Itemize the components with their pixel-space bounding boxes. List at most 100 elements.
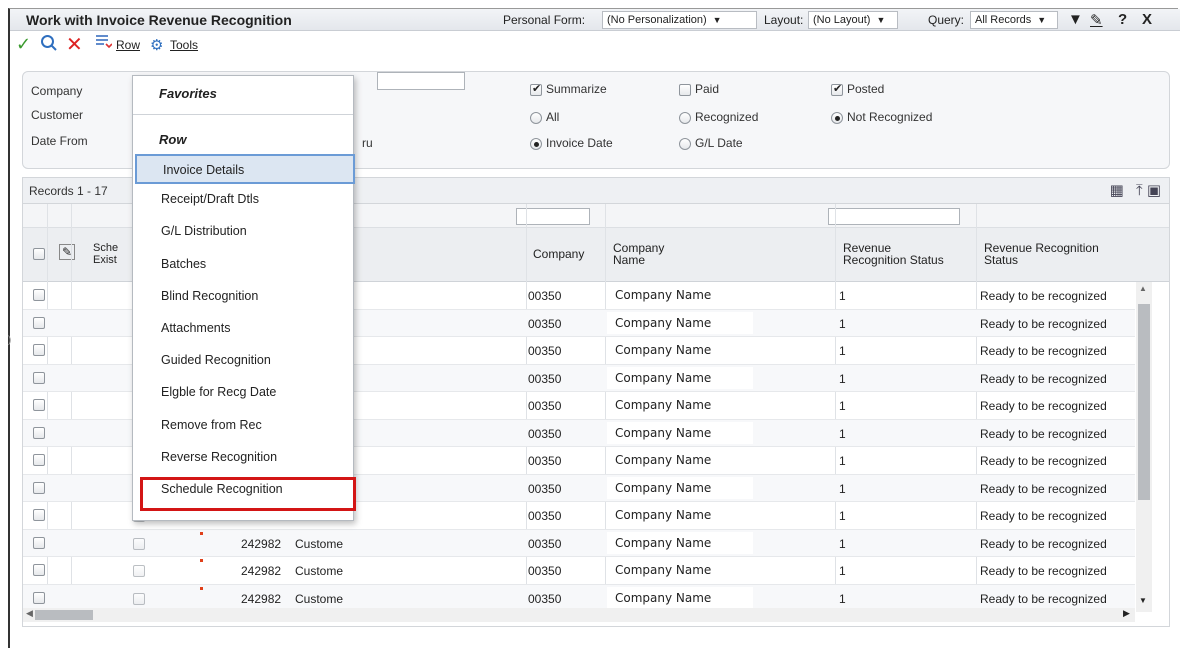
company-cell: 00350 (528, 371, 562, 386)
row-select-checkbox[interactable] (33, 481, 45, 494)
checkbox-box (831, 82, 843, 96)
company-cell: 00350 (528, 316, 562, 331)
scroll-down-icon[interactable]: ▼ (1139, 596, 1147, 605)
menu-item-guided-recognition[interactable]: Guided Recognition (161, 353, 271, 367)
menu-item-remove-from-rec[interactable]: Remove from Rec (161, 418, 262, 432)
row-select-checkbox[interactable] (33, 509, 45, 521)
row-select-checkbox[interactable] (33, 426, 45, 439)
edit-icon[interactable]: ✎ (1090, 11, 1103, 29)
menu-item-g-l-distribution[interactable]: G/L Distribution (161, 224, 247, 238)
row-select-checkbox[interactable] (33, 371, 45, 384)
row-menu-button[interactable]: Row (116, 38, 140, 52)
toolbar: ✓ ✕ Row ⚙ Tools (10, 31, 1180, 59)
horizontal-scroll-thumb[interactable] (35, 610, 93, 620)
menu-item-blind-recognition[interactable]: Blind Recognition (161, 289, 258, 303)
status-cell: Ready to be recognized (980, 344, 1107, 358)
layout-value: (No Layout) (813, 14, 871, 26)
horizontal-scrollbar[interactable]: ◀ ▶ (23, 608, 1135, 622)
menu-item-batches[interactable]: Batches (161, 257, 206, 271)
company-name-cell: Company Name (607, 339, 753, 361)
menu-item-invoice-details[interactable]: Invoice Details (135, 154, 355, 184)
posted-checkbox[interactable]: Posted (831, 82, 884, 96)
radio-all[interactable]: All (530, 110, 559, 124)
paid-checkbox[interactable]: Paid (679, 82, 719, 96)
menu-item-receipt-draft-dtls[interactable]: Receipt/Draft Dtls (161, 192, 259, 206)
export-icon[interactable]: ⤒ (1136, 182, 1143, 199)
table-row[interactable]: 242982 Custome 00350 Company Name 1 Ready to … (23, 557, 1135, 585)
status-code-cell: 1 (839, 426, 846, 441)
scroll-up-icon[interactable]: ▲ (1139, 284, 1147, 293)
help-icon[interactable]: ? (1118, 11, 1127, 28)
status-filter-input[interactable] (828, 208, 960, 225)
filter-icon[interactable]: ▼ (1068, 11, 1083, 28)
status-cell: Ready to be recognized (980, 399, 1107, 413)
personal-form-select[interactable]: (No Personalization) ▼ (602, 11, 757, 29)
row-select-checkbox[interactable] (33, 564, 45, 576)
ok-check-icon[interactable]: ✓ (16, 34, 31, 55)
row-select-checkbox[interactable] (33, 399, 45, 411)
company-name-cell: Company Name (607, 504, 753, 526)
query-value: All Records (975, 14, 1032, 26)
company-name-cell: Company Name (607, 559, 753, 581)
status-cell: Ready to be recognized (980, 316, 1107, 331)
radio-invoice-date[interactable]: Invoice Date (530, 136, 613, 150)
menu-item-attachments[interactable]: Attachments (161, 321, 230, 335)
row-select-checkbox[interactable] (33, 316, 45, 329)
radio-not-recognized[interactable]: Not Recognized (831, 110, 932, 124)
tools-gear-icon[interactable]: ⚙ (150, 36, 163, 54)
row-select-checkbox[interactable] (33, 454, 45, 466)
row-select-checkbox[interactable] (33, 289, 45, 301)
checkbox-box (679, 83, 691, 96)
row-select-checkbox[interactable] (33, 344, 45, 356)
grid-format-icon[interactable]: ▣ (1147, 182, 1161, 199)
company-label: Company (31, 84, 83, 98)
row-menu-icon[interactable] (94, 32, 113, 55)
company-name-cell: Company Name (607, 449, 753, 471)
menu-item-elgble-for-recg-date[interactable]: Elgble for Recg Date (161, 385, 276, 399)
invoice-number-cell: 242982 (241, 591, 282, 606)
scroll-right-icon[interactable]: ▶ (1123, 608, 1130, 619)
personalize-grid-icon[interactable]: ▦ (1110, 182, 1124, 199)
date-from-label: Date From (31, 134, 88, 148)
vertical-scrollbar[interactable]: ▲ ▼ (1136, 282, 1152, 612)
search-icon (41, 35, 57, 51)
col-header-company[interactable]: Company (533, 248, 584, 260)
menu-item-reverse-recognition[interactable]: Reverse Recognition (161, 450, 277, 464)
date-thru-input[interactable] (377, 72, 465, 90)
col-header-rev-rec-status[interactable]: Revenue Recognition Status (984, 242, 1099, 266)
side-expand-handle[interactable]: ) (8, 335, 11, 346)
status-cell: Ready to be recognized (980, 564, 1107, 578)
table-row[interactable]: 242982 Custome 00350 Company Name 1 Ready to … (23, 529, 1135, 557)
status-cell: Ready to be recognized (980, 454, 1107, 468)
schedule-exists-checkbox[interactable] (133, 565, 145, 577)
query-select[interactable]: All Records ▼ (970, 11, 1058, 29)
row-select-checkbox[interactable] (33, 536, 45, 549)
find-icon[interactable] (40, 34, 58, 57)
company-cell: 00350 (528, 509, 562, 523)
col-header-schedule-exists[interactable]: Sche Exist (93, 242, 118, 266)
select-all-checkbox[interactable] (33, 248, 45, 260)
radio-circle (831, 111, 843, 124)
company-name-cell: Company Name (607, 394, 753, 416)
row-select-checkbox[interactable] (33, 591, 45, 604)
schedule-exists-checkbox[interactable] (133, 592, 145, 605)
company-name-cell: Company Name (607, 421, 753, 444)
summarize-checkbox[interactable]: Summarize (530, 82, 607, 96)
layout-select[interactable]: (No Layout) ▼ (808, 11, 898, 29)
company-filter-input[interactable] (516, 208, 590, 225)
chevron-down-icon: ▼ (712, 15, 722, 25)
tools-menu-button[interactable]: Tools (170, 38, 198, 52)
col-header-rev-rec-status-code[interactable]: Revenue Recognition Status (843, 242, 944, 266)
company-cell: 00350 (528, 564, 562, 578)
radio-gl-date[interactable]: G/L Date (679, 136, 743, 150)
company-cell: 00350 (528, 454, 562, 468)
radio-recognized[interactable]: Recognized (679, 110, 758, 124)
vertical-scroll-thumb[interactable] (1138, 304, 1150, 500)
company-cell: 00350 (528, 426, 562, 441)
company-cell: 00350 (528, 536, 562, 551)
scroll-left-icon[interactable]: ◀ (26, 608, 33, 619)
schedule-exists-checkbox[interactable] (133, 537, 145, 550)
close-icon[interactable]: X (1142, 11, 1152, 28)
cancel-x-icon[interactable]: ✕ (66, 32, 83, 57)
col-header-company-name[interactable]: Company Name (613, 242, 664, 266)
